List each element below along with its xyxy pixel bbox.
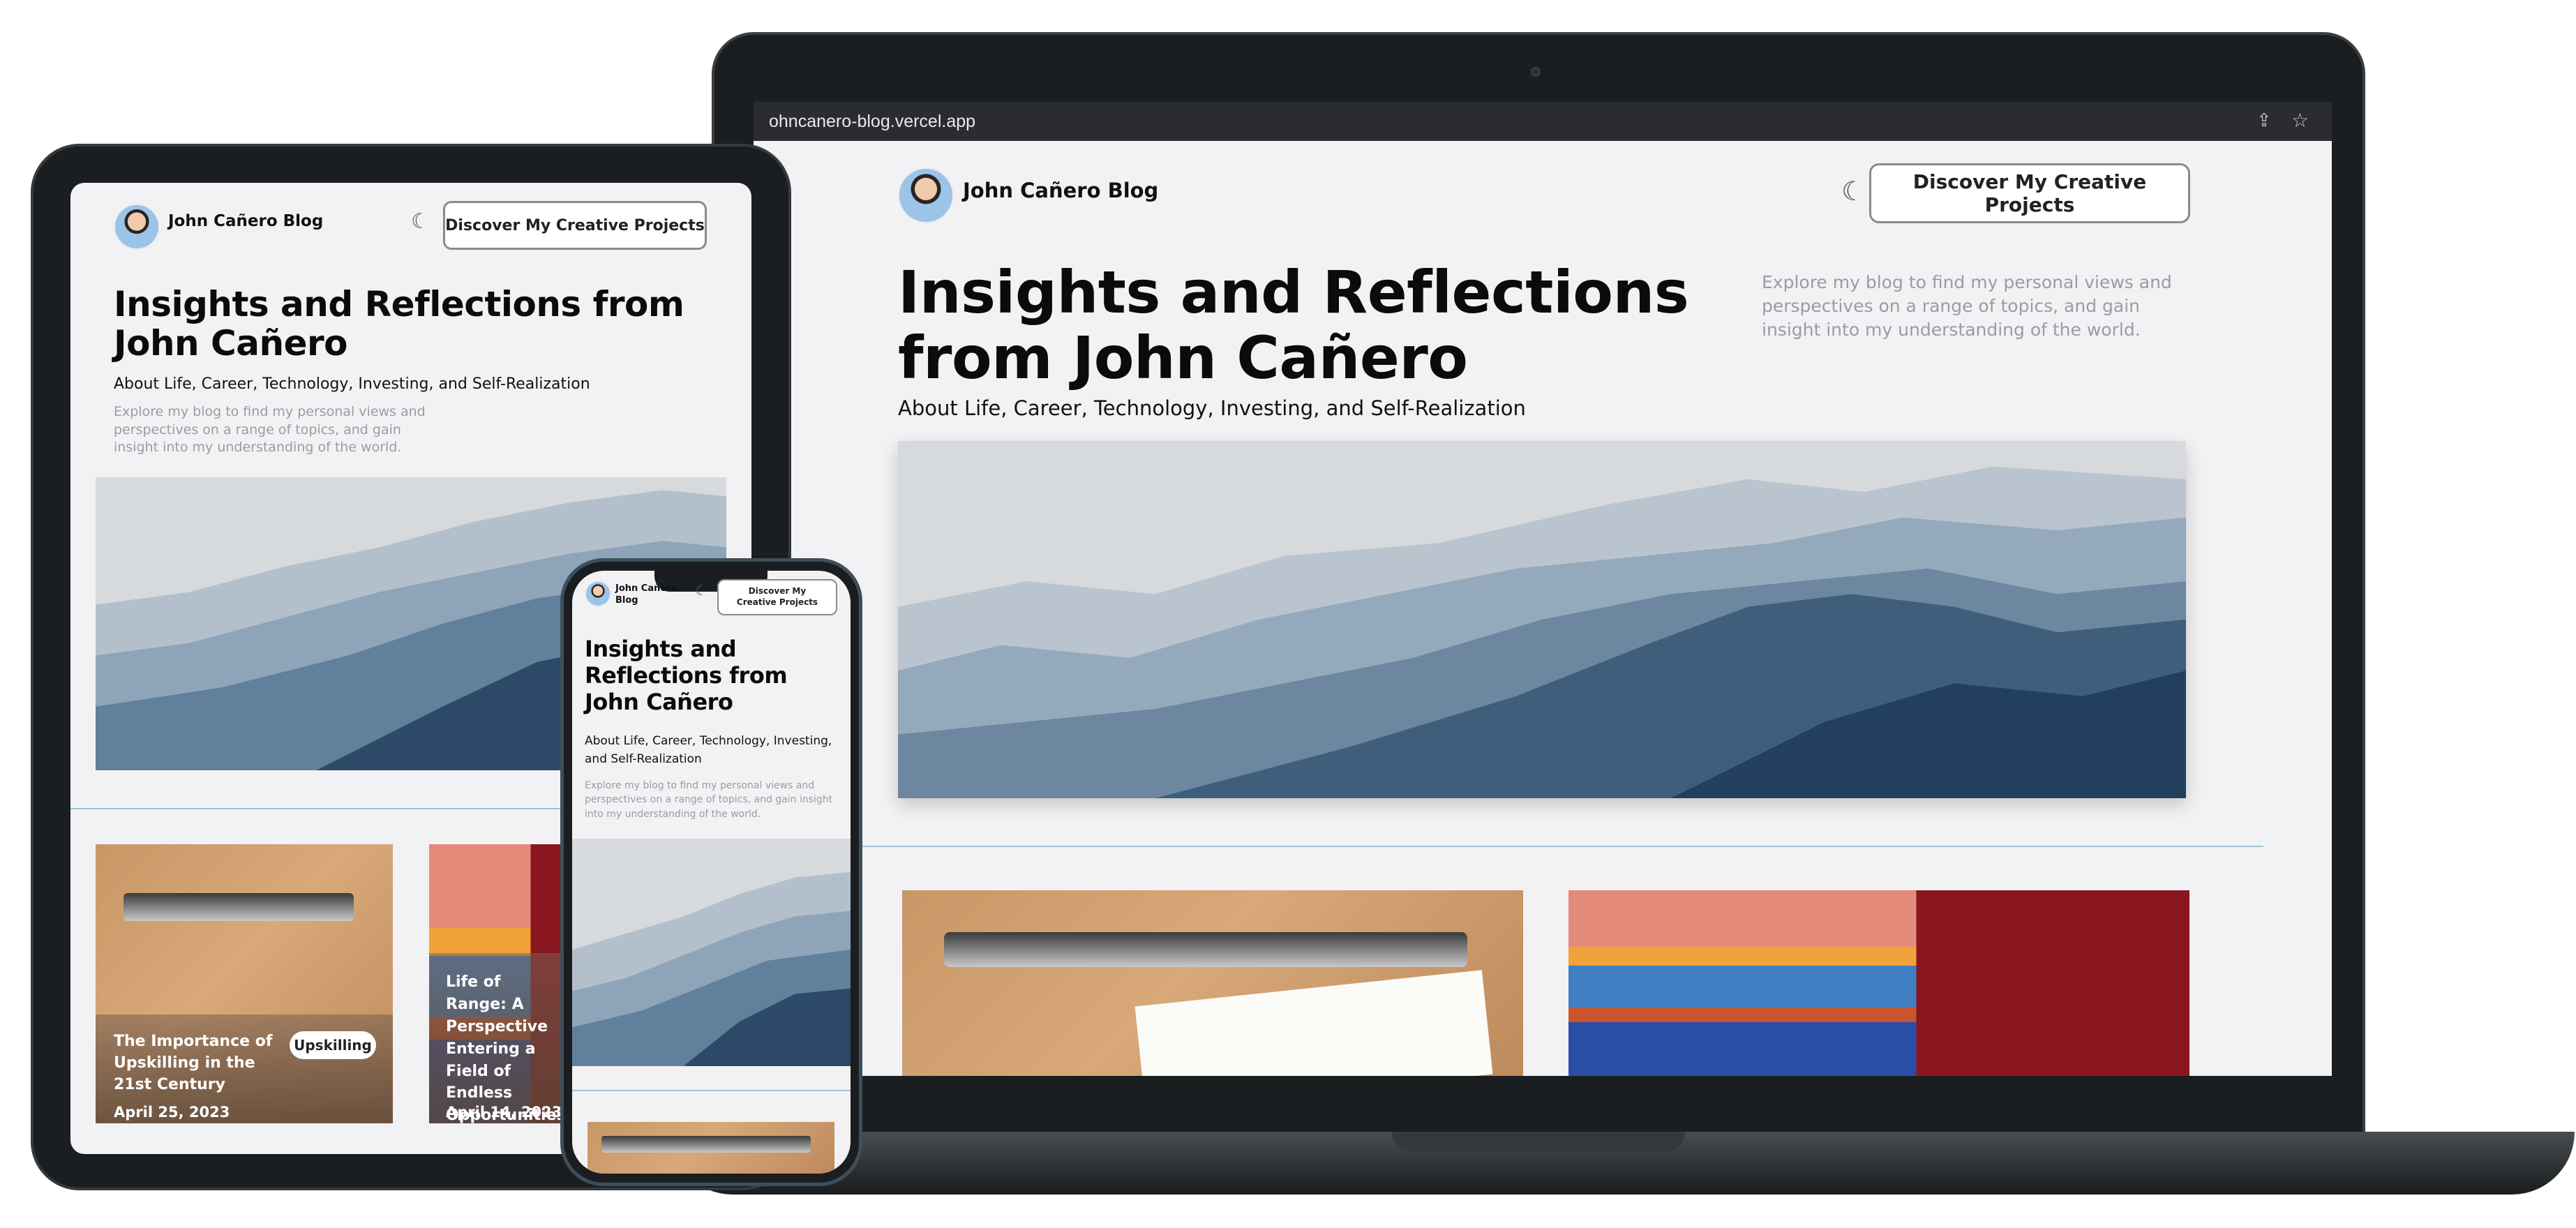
discover-projects-label: Discover My Creative Projects [736,586,818,607]
post-card-life-of-range-image[interactable] [1568,890,2189,1076]
avatar[interactable] [898,167,954,223]
hero-title: Insights and Reflections from John Cañer… [585,636,788,715]
hero-description: Explore my blog to find my personal view… [114,404,426,456]
discover-projects-label: Discover My Creative Projects [445,216,705,234]
laptop-device: ohncanero-blog.vercel.app ⇪ ☆ John Cañer… [670,32,2575,1195]
laptop-prop [123,893,354,921]
discover-projects-label: Discover My Creative Projects [1912,170,2147,216]
star-icon[interactable]: ☆ [2291,109,2309,132]
browser-address-bar[interactable]: ohncanero-blog.vercel.app ⇪ ☆ [754,102,2332,141]
brand-name[interactable]: John Cañero Blog [615,583,699,607]
post-title: Life of Range: A Perspective Entering a … [446,973,566,1123]
laptop-hinge-notch [1392,1132,1685,1153]
post-date: April 25, 2023 [114,1104,230,1121]
avatar[interactable] [585,581,611,607]
url-text[interactable]: ohncanero-blog.vercel.app [769,112,975,132]
device-mockup-scene: ohncanero-blog.vercel.app ⇪ ☆ John Cañer… [0,0,2576,1228]
laptop-camera [1531,67,1541,77]
section-divider [754,846,2263,847]
moon-icon[interactable]: ☾ [1841,176,1865,207]
brand-name[interactable]: John Cañero Blog [168,212,323,230]
discover-projects-button[interactable]: Discover My Creative Projects [717,579,837,615]
post-title: The Importance of Upskilling in the 21st… [114,1033,273,1093]
moon-icon[interactable]: ☾ [411,209,430,234]
post-tag-badge[interactable]: Upskilling [290,1031,376,1059]
hero-subtitle: About Life, Career, Technology, Investin… [585,734,832,766]
hero-subtitle: About Life, Career, Technology, Investin… [898,396,1526,420]
moon-icon[interactable]: ☾ [695,582,707,599]
discover-projects-button[interactable]: Discover My Creative Projects [443,201,707,250]
discover-projects-button[interactable]: Discover My Creative Projects [1869,163,2190,223]
post-card-upskilling-image[interactable] [902,890,1523,1076]
post-card-upskilling-image[interactable] [587,1122,834,1174]
hero-description: Explore my blog to find my personal view… [1762,272,2172,340]
hero-title: Insights and Reflections from John Cañer… [114,284,684,364]
post-date: April 14, 2023 [446,1104,562,1121]
paper-prop [1135,970,1493,1076]
hero-title: Insights and Reflections from John Cañer… [898,258,1689,393]
post-card[interactable]: The Importance of Upskilling in the 21st… [96,844,393,1123]
laptop-screen: John Cañero Blog ☾ Discover My Creative … [754,141,2332,1076]
laptop-prop [944,932,1467,967]
hero-subtitle: About Life, Career, Technology, Investin… [114,375,590,393]
laptop-prop [601,1136,811,1153]
hero-description: Explore my blog to find my personal view… [585,780,833,820]
hero-image-mountains [572,839,851,1066]
brand-name[interactable]: John Cañero Blog [963,179,1158,202]
section-divider [572,1090,851,1091]
avatar[interactable] [114,204,160,250]
hero-image-mountains [898,441,2186,798]
phone-screen: John Cañero Blog ☾ Discover My Creative … [572,571,851,1174]
share-icon[interactable]: ⇪ [2256,110,2272,131]
